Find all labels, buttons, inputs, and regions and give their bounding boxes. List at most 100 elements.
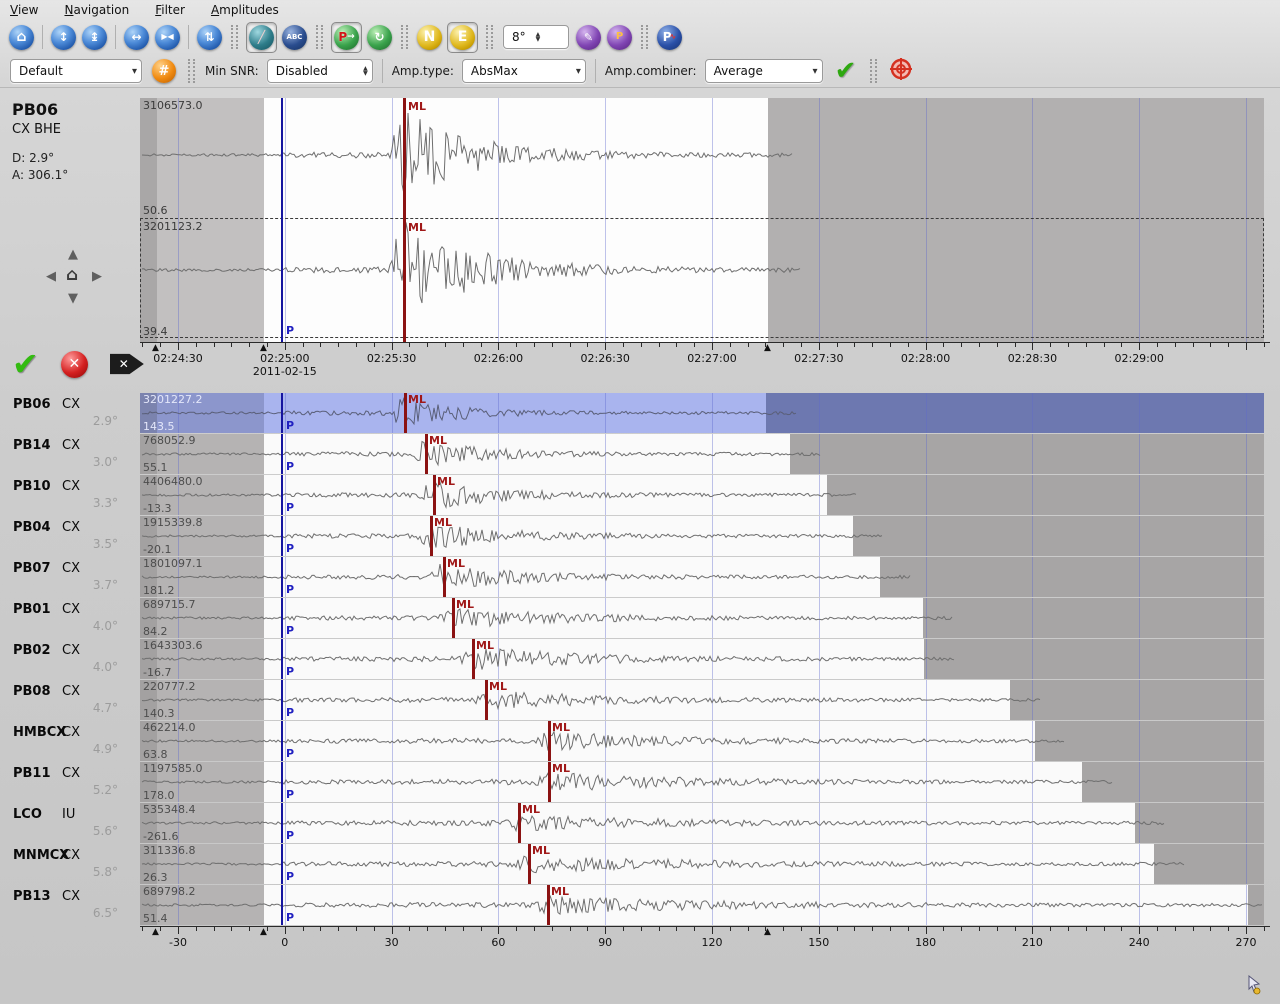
p-pick-line[interactable] xyxy=(281,885,283,925)
trace-area[interactable]: PML3201227.2143.5 xyxy=(140,393,1264,433)
nav-right-icon[interactable]: ▶ xyxy=(92,270,102,283)
station-row-pb13[interactable]: PB13CX6.5°PML689798.251.4 xyxy=(0,885,1280,925)
station-row-pb07[interactable]: PB07CX3.7°PML1801097.1181.2 xyxy=(0,557,1280,597)
p-pick-line[interactable] xyxy=(281,98,283,342)
ml-pick-line[interactable] xyxy=(452,598,455,638)
trace-area[interactable]: PML1197585.0178.0 xyxy=(140,762,1264,802)
p-pick-line[interactable] xyxy=(281,680,283,720)
station-row-mnmcx[interactable]: MNMCXCX5.8°PML311336.826.3 xyxy=(0,844,1280,884)
trace-area[interactable]: PML1915339.8-20.1 xyxy=(140,516,1264,556)
p-pick-line[interactable] xyxy=(281,598,283,638)
p-pick-line[interactable] xyxy=(281,434,283,474)
ml-pick-line[interactable] xyxy=(485,680,488,720)
hash-button[interactable]: # xyxy=(152,59,176,83)
home-icon[interactable]: ⌂ xyxy=(9,25,34,50)
nav-down-icon[interactable]: ▼ xyxy=(68,292,78,305)
station-label[interactable]: PB11CX5.2° xyxy=(0,762,140,802)
pick-waveform-icon[interactable]: P∿ xyxy=(657,25,682,50)
spinner-arrows-icon[interactable]: ▲▼ xyxy=(536,32,541,42)
fit-horizontal-icon[interactable]: ▶◀ xyxy=(155,25,180,50)
menu-view[interactable]: View xyxy=(10,3,38,17)
p-pick-line[interactable] xyxy=(281,762,283,802)
p-pick-line[interactable] xyxy=(281,516,283,556)
station-label[interactable]: PB04CX3.5° xyxy=(0,516,140,556)
menu-navigation[interactable]: Navigation xyxy=(64,3,129,17)
time-marker-triangle[interactable]: ▲ xyxy=(152,343,159,353)
nav-home-icon[interactable]: ⌂ xyxy=(66,267,78,284)
amp-type-select[interactable]: AbsMax▾ xyxy=(462,59,586,83)
confirm-pick-button[interactable]: ✔ xyxy=(12,348,39,380)
ml-pick-line[interactable] xyxy=(404,393,407,433)
time-marker-triangle[interactable]: ▲ xyxy=(764,927,771,937)
measure-pick-icon[interactable]: ✎ xyxy=(576,25,601,50)
time-window-spinbox[interactable]: 8° ▲▼ xyxy=(503,25,569,49)
station-row-pb01[interactable]: PB01CX4.0°PML689715.784.2 xyxy=(0,598,1280,638)
station-label[interactable]: PB14CX3.0° xyxy=(0,434,140,474)
abc-labels-icon[interactable]: ABC xyxy=(282,25,307,50)
ml-pick-line[interactable] xyxy=(443,557,446,597)
ml-pick-line[interactable] xyxy=(547,885,550,925)
expand-horizontal-icon[interactable]: ↔ xyxy=(124,25,149,50)
time-marker-triangle[interactable]: ▲ xyxy=(764,343,771,353)
p-pick-line[interactable] xyxy=(281,639,283,679)
station-row-pb11[interactable]: PB11CX5.2°PML1197585.0178.0 xyxy=(0,762,1280,802)
apply-amplitudes-button[interactable]: ✔ xyxy=(835,56,857,86)
fit-vertical-icon[interactable]: ↨ xyxy=(82,25,107,50)
spinner-arrows-icon[interactable]: ▲▼ xyxy=(363,66,368,76)
zoom-trace-panel[interactable]: 3106573.0 50.6 3201123.2 39.4 ML ML P xyxy=(140,98,1264,342)
station-label[interactable]: LCOIU5.6° xyxy=(0,803,140,843)
station-label[interactable]: PB06CX2.9° xyxy=(0,393,140,433)
station-row-pb10[interactable]: PB10CX3.3°PML4406480.0-13.3 xyxy=(0,475,1280,515)
p-pick-line[interactable] xyxy=(281,844,283,884)
station-label[interactable]: PB07CX3.7° xyxy=(0,557,140,597)
station-row-pb04[interactable]: PB04CX3.5°PML1915339.8-20.1 xyxy=(0,516,1280,556)
ruler-tool-button[interactable]: ╱ xyxy=(246,22,277,53)
station-label[interactable]: HMBCXCX4.9° xyxy=(0,721,140,761)
ml-pick-line[interactable] xyxy=(548,721,551,761)
ml-pick-line[interactable] xyxy=(425,434,428,474)
trace-area[interactable]: PML1801097.1181.2 xyxy=(140,557,1264,597)
trace-area[interactable]: PML1643303.6-16.7 xyxy=(140,639,1264,679)
trace-area[interactable]: PML535348.4-261.6 xyxy=(140,803,1264,843)
ml-pick-line[interactable] xyxy=(548,762,551,802)
p-pick-line[interactable] xyxy=(281,475,283,515)
station-row-pb06[interactable]: PB06CX2.9°PML3201227.2143.5 xyxy=(0,393,1280,433)
p-pick-line[interactable] xyxy=(281,803,283,843)
trace-area[interactable]: PML768052.955.1 xyxy=(140,434,1264,474)
min-snr-spinbox[interactable]: Disabled ▲▼ xyxy=(267,59,373,83)
menu-filter[interactable]: Filter xyxy=(155,3,185,17)
time-marker-triangle[interactable]: ▲ xyxy=(260,927,267,937)
normalize-amplitudes-icon[interactable]: ⇅ xyxy=(197,25,222,50)
ml-pick-line[interactable] xyxy=(528,844,531,884)
component-n-button[interactable]: N xyxy=(417,25,442,50)
amp-combiner-select[interactable]: Average▾ xyxy=(705,59,823,83)
station-label[interactable]: PB13CX6.5° xyxy=(0,885,140,925)
trace-area[interactable]: PML220777.2140.3 xyxy=(140,680,1264,720)
station-label[interactable]: PB02CX4.0° xyxy=(0,639,140,679)
expand-vertical-icon[interactable]: ↕ xyxy=(51,25,76,50)
p-pick-line[interactable] xyxy=(281,393,283,433)
menu-amplitudes[interactable]: Amplitudes xyxy=(211,3,279,17)
trace-area[interactable]: PML311336.826.3 xyxy=(140,844,1264,884)
ml-pick-line[interactable] xyxy=(472,639,475,679)
cycle-icon[interactable]: ↻ xyxy=(367,25,392,50)
ml-pick-line[interactable] xyxy=(403,98,406,342)
station-label[interactable]: PB08CX4.7° xyxy=(0,680,140,720)
station-row-pb08[interactable]: PB08CX4.7°PML220777.2140.3 xyxy=(0,680,1280,720)
nav-up-icon[interactable]: ▲ xyxy=(68,248,78,261)
nav-left-icon[interactable]: ◀ xyxy=(46,270,56,283)
pick-forward-button[interactable]: P→ xyxy=(331,22,362,53)
recompute-magnitudes-button[interactable] xyxy=(889,57,913,85)
ml-pick-line[interactable] xyxy=(518,803,521,843)
filter-profile-select[interactable]: Default▾ xyxy=(10,59,142,83)
trace-area[interactable]: PML4406480.0-13.3 xyxy=(140,475,1264,515)
time-marker-triangle[interactable]: ▲ xyxy=(260,343,267,353)
trace-area[interactable]: PML689798.251.4 xyxy=(140,885,1264,925)
component-e-button[interactable]: E xyxy=(447,22,478,53)
station-row-lco[interactable]: LCOIU5.6°PML535348.4-261.6 xyxy=(0,803,1280,843)
ml-pick-line[interactable] xyxy=(433,475,436,515)
station-label[interactable]: PB10CX3.3° xyxy=(0,475,140,515)
time-marker-triangle[interactable]: ▲ xyxy=(152,927,159,937)
p-pick-line[interactable] xyxy=(281,721,283,761)
theoretical-pick-icon[interactable]: P xyxy=(607,25,632,50)
